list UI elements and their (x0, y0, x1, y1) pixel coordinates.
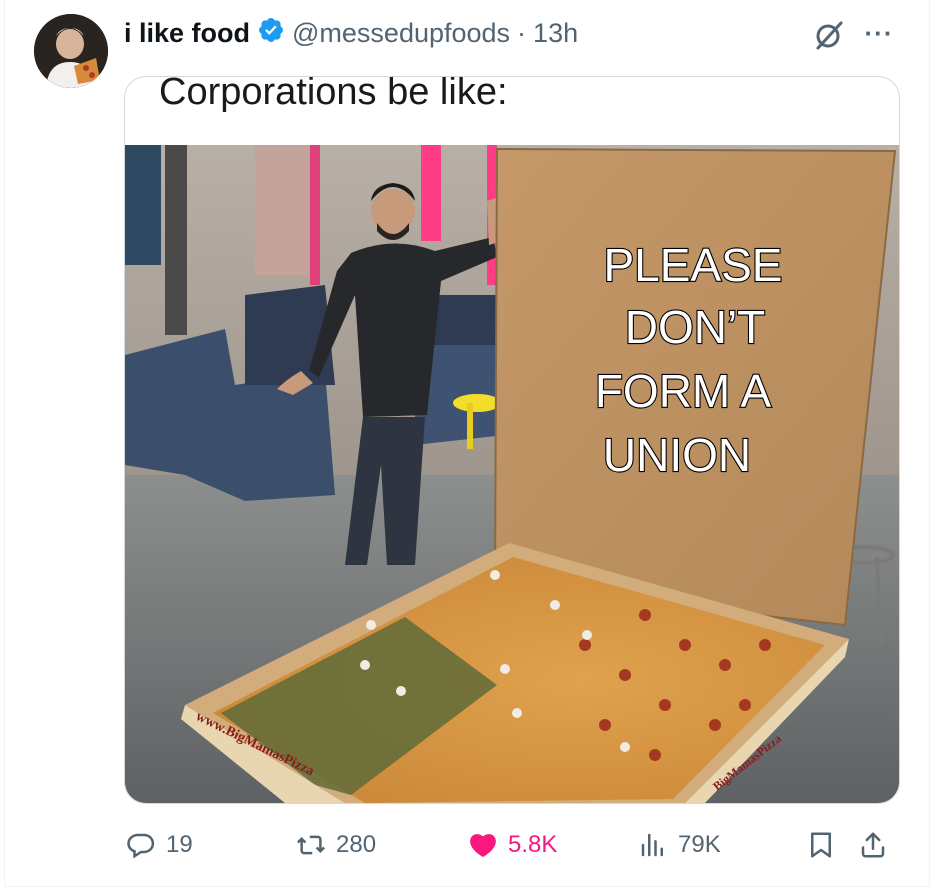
author-name[interactable]: i like food (124, 18, 250, 49)
more-icon[interactable]: ··· (860, 18, 898, 52)
repost-count: 280 (336, 831, 377, 858)
meme-caption: Corporations be like: (159, 76, 508, 113)
pizza-photo: www.BigMamasPizza BigMamasPizza PLEASE D… (125, 145, 899, 803)
views-icon (641, 833, 663, 857)
repost-button[interactable]: 280 (296, 822, 376, 868)
views-count: 79K (678, 831, 721, 858)
avatar[interactable] (34, 14, 108, 88)
reply-count: 19 (166, 831, 193, 858)
action-bar: 19 280 5.8K 79K (120, 822, 900, 868)
verified-badge-icon (257, 16, 285, 51)
post-time[interactable]: 13h (533, 18, 578, 49)
views-button[interactable]: 79K (638, 822, 721, 868)
box-text-line-3: FORM A (595, 365, 772, 417)
box-text-line-2: DON’T (625, 301, 766, 353)
separator: · (517, 17, 527, 48)
box-text-line-1: PLEASE (604, 239, 783, 291)
like-button[interactable]: 5.8K (468, 822, 557, 868)
post-header: i like food @messedupfoods · 13h (124, 14, 578, 52)
reply-icon (127, 833, 155, 859)
like-count: 5.8K (508, 831, 558, 858)
author-handle[interactable]: @messedupfoods (292, 18, 510, 49)
box-text-line-4: UNION (603, 429, 751, 481)
bookmark-icon (811, 832, 831, 858)
bookmark-button[interactable] (806, 822, 836, 868)
post-media[interactable]: Corporations be like: www.BigMamasPizza … (124, 76, 900, 804)
grok-icon[interactable] (810, 16, 848, 54)
avatar-image (34, 14, 108, 88)
heart-icon (470, 834, 496, 857)
share-button[interactable] (858, 822, 888, 868)
repost-icon (296, 835, 326, 855)
share-icon (861, 832, 885, 858)
reply-button[interactable]: 19 (126, 822, 193, 868)
